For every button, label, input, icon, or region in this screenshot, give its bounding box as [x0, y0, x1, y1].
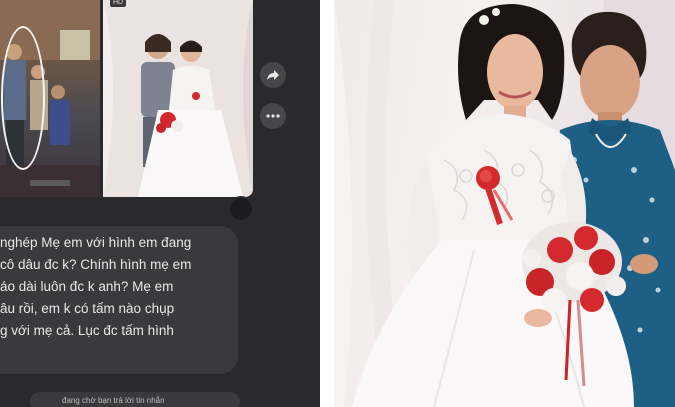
wedding-photo-art: [334, 0, 675, 407]
more-button[interactable]: [260, 103, 286, 129]
message-line: nghép Mẹ em với hình em đang: [0, 235, 192, 250]
hd-badge: HD: [110, 0, 127, 7]
chat-screenshot: HD nghép Mẹ em với hình em đang cô dâu đ…: [0, 0, 320, 407]
typing-status: đang chờ bạn trả lời tin nhắn: [62, 396, 165, 405]
forward-icon: [267, 70, 279, 80]
wedding-photo: [334, 0, 675, 407]
message-text: nghép Mẹ em với hình em đang cô dâu đc k…: [0, 232, 232, 386]
more-icon: [266, 114, 280, 118]
collage: HD nghép Mẹ em với hình em đang cô dâu đ…: [0, 0, 675, 407]
message-line: áo dài luôn đc k anh? Mẹ em: [0, 279, 174, 294]
shared-photos[interactable]: HD: [0, 0, 255, 197]
reaction-icon[interactable]: [228, 196, 254, 222]
circle-highlight: [1, 26, 45, 170]
forward-button[interactable]: [260, 62, 286, 88]
wedding-photo-thumb[interactable]: [103, 0, 253, 197]
message-line: cô dâu đc k? Chính hình mẹ em: [0, 257, 192, 272]
message-line: âu rồi, em k có tấm nào chụp: [0, 301, 175, 316]
message-line: g với mẹ cả. Lục đc tấm hình: [0, 323, 174, 338]
old-family-photo[interactable]: [0, 0, 100, 197]
divider: [320, 0, 332, 407]
wedding-thumb-art: [103, 0, 253, 197]
